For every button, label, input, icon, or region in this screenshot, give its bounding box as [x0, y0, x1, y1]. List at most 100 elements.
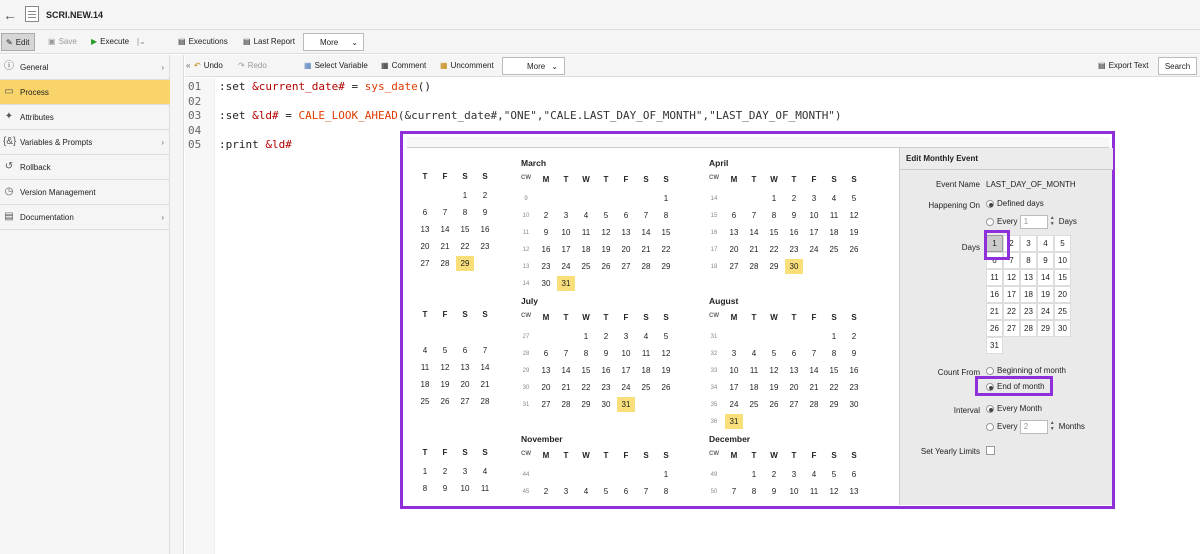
calendar-day[interactable]: 2 — [537, 208, 555, 223]
calendar-day[interactable]: 6 — [725, 208, 743, 223]
calendar-day[interactable]: 6 — [785, 346, 803, 361]
calendar-day[interactable]: 2 — [597, 329, 615, 344]
stepper-arrows-icon[interactable]: ▲ ▼ — [1049, 215, 1056, 229]
calendar-day[interactable]: 1 — [765, 191, 783, 206]
calendar-day[interactable]: 13 — [845, 484, 863, 499]
calendar-day[interactable]: 18 — [745, 380, 763, 395]
export-text-button[interactable]: ▤ Export Text — [1098, 57, 1148, 75]
calendar-day[interactable]: 12 — [765, 363, 783, 378]
day-cell-10[interactable]: 10 — [1054, 252, 1071, 269]
day-cell-3[interactable]: 3 — [1020, 235, 1037, 252]
calendar-day[interactable]: 3 — [617, 329, 635, 344]
calendar-day[interactable]: 15 — [456, 222, 474, 237]
calendar-day[interactable]: 3 — [725, 346, 743, 361]
calendar-day[interactable]: 19 — [765, 380, 783, 395]
calendar-day[interactable]: 9 — [785, 208, 803, 223]
day-cell-20[interactable]: 20 — [1054, 286, 1071, 303]
calendar-day[interactable]: 28 — [476, 394, 494, 409]
search-button[interactable]: Search — [1158, 57, 1197, 75]
calendar-day[interactable]: 14 — [557, 363, 575, 378]
calendar-day[interactable]: 30 — [537, 276, 555, 291]
calendar-day[interactable]: 20 — [785, 380, 803, 395]
calendar-day[interactable]: 7 — [745, 208, 763, 223]
sidebar-collapse-toggle[interactable] — [170, 55, 184, 554]
sidebar-item-attributes[interactable]: ✦ Attributes — [0, 105, 170, 130]
calendar-day[interactable]: 15 — [765, 225, 783, 240]
calendar-day[interactable]: 12 — [825, 484, 843, 499]
calendar-day[interactable]: 16 — [845, 363, 863, 378]
code-line-1[interactable]: :set &current_date# = sys_date() — [219, 80, 431, 93]
comment-button[interactable]: ▦ Comment — [381, 57, 426, 75]
day-cell-5[interactable]: 5 — [1054, 235, 1071, 252]
calendar-day[interactable]: 5 — [765, 346, 783, 361]
execute-button[interactable]: ▶ Execute — [91, 33, 129, 51]
calendar-day[interactable]: 3 — [557, 208, 575, 223]
calendar-day[interactable]: 10 — [785, 484, 803, 499]
calendar-day[interactable]: 11 — [637, 346, 655, 361]
calendar-day[interactable]: 14 — [436, 222, 454, 237]
calendar-day[interactable]: 9 — [845, 346, 863, 361]
editor-more-dropdown[interactable]: More ⌄ — [502, 57, 565, 75]
calendar-day[interactable]: 30 — [845, 397, 863, 412]
day-cell-9[interactable]: 9 — [1037, 252, 1054, 269]
sidebar-item-variables-prompts[interactable]: {&} Variables & Prompts › — [0, 130, 170, 155]
calendar-day[interactable]: 9 — [476, 205, 494, 220]
select-variable-button[interactable]: ▦ Select Variable — [304, 57, 368, 75]
calendar-day[interactable]: 16 — [785, 225, 803, 240]
day-cell-17[interactable]: 17 — [1003, 286, 1020, 303]
calendar-day[interactable]: 21 — [745, 242, 763, 257]
calendar-day[interactable]: 4 — [637, 329, 655, 344]
execute-dropdown-icon[interactable]: |⌄ — [137, 33, 146, 51]
calendar-day[interactable]: 5 — [845, 191, 863, 206]
calendar-day[interactable]: 27 — [416, 256, 434, 271]
calendar-day[interactable]: 23 — [476, 239, 494, 254]
calendar-day[interactable]: 13 — [537, 363, 555, 378]
day-cell-29[interactable]: 29 — [1037, 320, 1054, 337]
calendar-day[interactable]: 8 — [577, 346, 595, 361]
calendar-day[interactable]: 10 — [617, 346, 635, 361]
calendar-day[interactable]: 16 — [476, 222, 494, 237]
calendar-day[interactable]: 16 — [537, 242, 555, 257]
calendar-day[interactable]: 7 — [557, 346, 575, 361]
day-cell-22[interactable]: 22 — [1003, 303, 1020, 320]
calendar-day[interactable]: 4 — [805, 467, 823, 482]
day-cell-16[interactable]: 16 — [986, 286, 1003, 303]
calendar-day[interactable]: 13 — [456, 360, 474, 375]
calendar-day[interactable]: 26 — [845, 242, 863, 257]
collapse-sidebar-icon[interactable]: « — [186, 57, 190, 75]
calendar-day[interactable]: 27 — [725, 259, 743, 274]
day-cell-30[interactable]: 30 — [1054, 320, 1071, 337]
calendar-day[interactable]: 12 — [436, 360, 454, 375]
calendar-day[interactable]: 7 — [637, 208, 655, 223]
uncomment-button[interactable]: ▦ Uncomment — [440, 57, 494, 75]
calendar-day[interactable]: 20 — [456, 377, 474, 392]
calendar-day[interactable]: 6 — [845, 467, 863, 482]
calendar-day[interactable]: 25 — [637, 380, 655, 395]
calendar-day[interactable]: 4 — [745, 346, 763, 361]
day-cell-12[interactable]: 12 — [1003, 269, 1020, 286]
calendar-day[interactable]: 22 — [577, 380, 595, 395]
calendar-day[interactable]: 14 — [637, 225, 655, 240]
calendar-day[interactable]: 8 — [765, 208, 783, 223]
day-cell-15[interactable]: 15 — [1054, 269, 1071, 286]
calendar-day[interactable]: 10 — [557, 225, 575, 240]
calendar-day[interactable]: 21 — [805, 380, 823, 395]
calendar-day[interactable]: 13 — [617, 225, 635, 240]
calendar-day[interactable]: 8 — [416, 481, 434, 496]
calendar-day[interactable]: 31 — [557, 276, 575, 291]
calendar-day[interactable]: 15 — [577, 363, 595, 378]
calendar-day[interactable]: 28 — [436, 256, 454, 271]
calendar-day[interactable]: 24 — [805, 242, 823, 257]
calendar-day[interactable]: 28 — [557, 397, 575, 412]
calendar-day[interactable]: 8 — [657, 484, 675, 499]
calendar-day[interactable]: 5 — [657, 329, 675, 344]
calendar-day[interactable]: 17 — [557, 242, 575, 257]
calendar-day[interactable]: 3 — [456, 464, 474, 479]
sidebar-item-version-management[interactable]: ◷ Version Management — [0, 180, 170, 205]
sidebar-item-general[interactable]: ⓘ General › — [0, 55, 170, 80]
calendar-day[interactable]: 27 — [617, 259, 635, 274]
more-dropdown[interactable]: More ⌄ — [303, 33, 364, 51]
calendar-day[interactable]: 16 — [597, 363, 615, 378]
calendar-day[interactable]: 23 — [845, 380, 863, 395]
calendar-day[interactable]: 1 — [745, 467, 763, 482]
